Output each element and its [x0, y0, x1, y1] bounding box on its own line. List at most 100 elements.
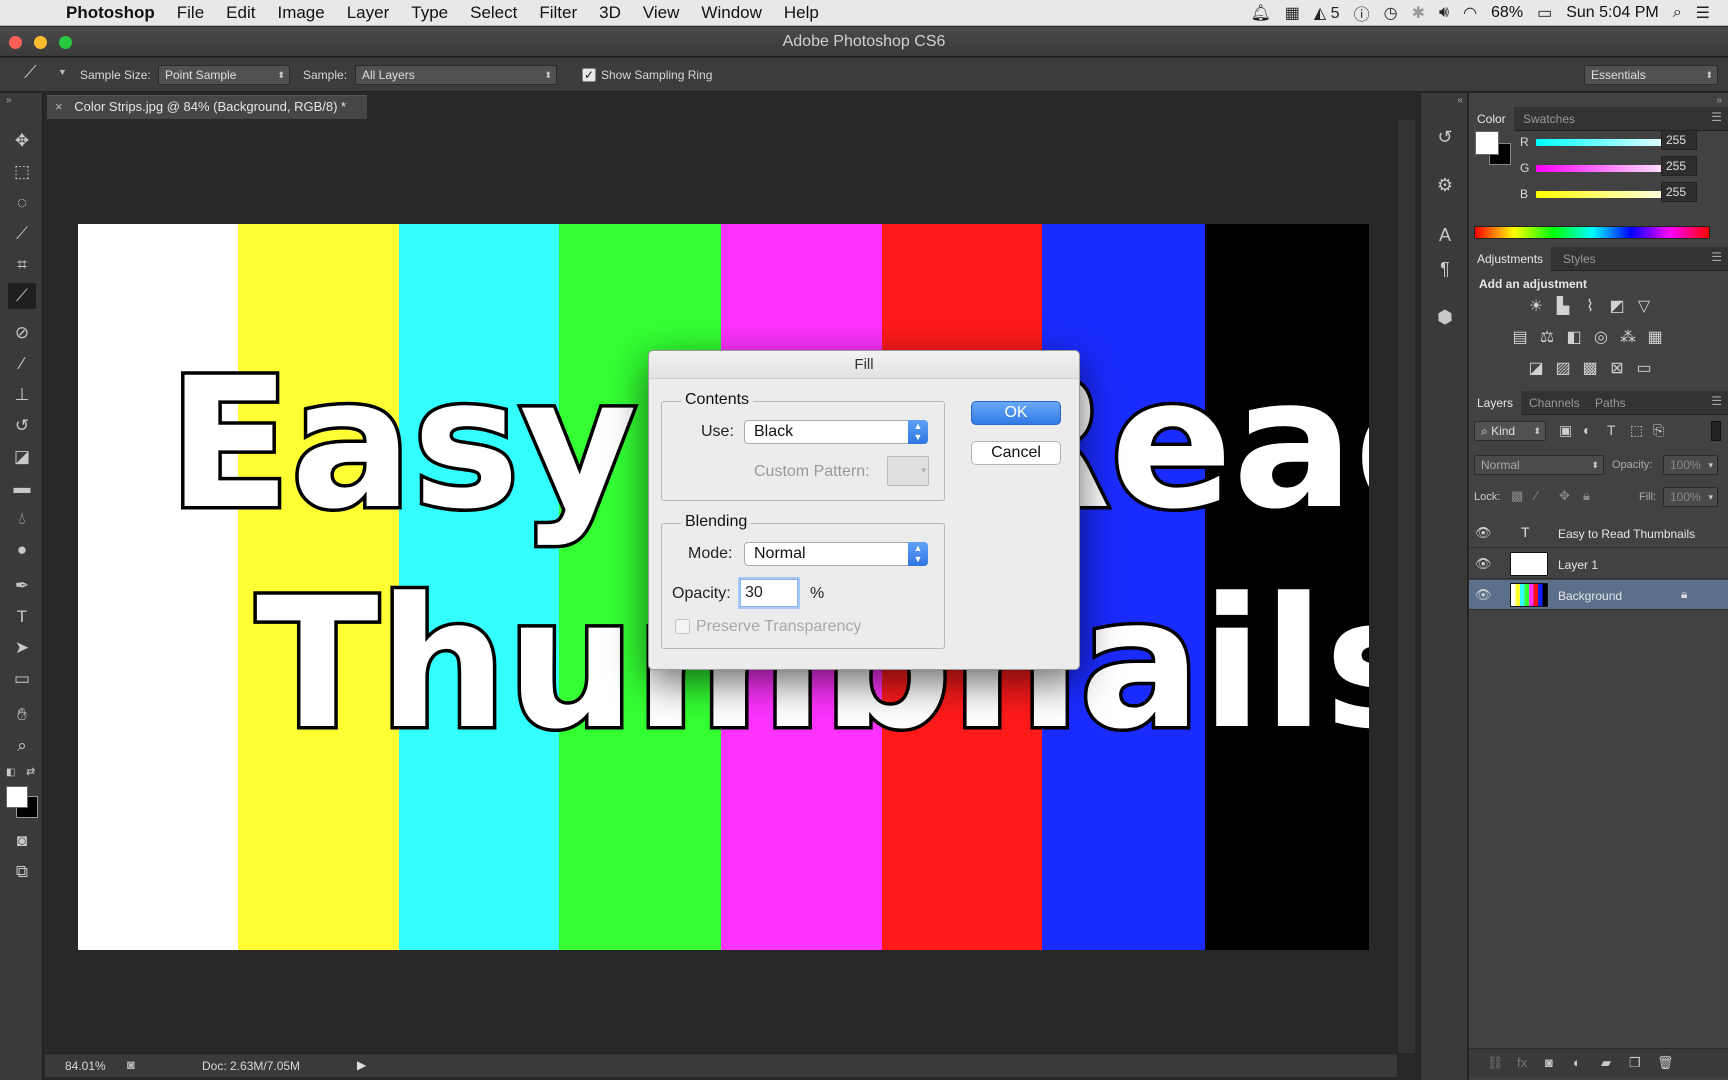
- pen-tool-icon[interactable]: ✒: [8, 573, 36, 599]
- panel-menu-icon[interactable]: ☰: [1711, 110, 1722, 124]
- adobe-badge-icon[interactable]: ◭ 5: [1314, 3, 1340, 23]
- menu-type[interactable]: Type: [411, 3, 448, 23]
- lock-all-icon[interactable]: 🔒︎: [1583, 488, 1590, 504]
- layer-visibility-eye-icon[interactable]: 👁︎: [1475, 556, 1492, 572]
- add-mask-icon[interactable]: ◙: [1545, 1055, 1553, 1070]
- layer-visibility-eye-icon[interactable]: 👁︎: [1475, 587, 1492, 603]
- bluetooth-icon[interactable]: ✱: [1412, 3, 1425, 23]
- layer-filter-kind-select[interactable]: ⌕ Kind ⬍: [1474, 421, 1546, 441]
- window-grid-icon[interactable]: ▦: [1285, 3, 1300, 23]
- color-balance-icon[interactable]: ⚖: [1536, 327, 1558, 349]
- panel-menu-icon[interactable]: ☰: [1711, 250, 1722, 264]
- vibrance-icon[interactable]: ▽: [1633, 296, 1655, 318]
- sample-select[interactable]: All Layers ⬍: [355, 65, 557, 85]
- collapse-panel-icon[interactable]: »: [6, 95, 12, 106]
- menu-help[interactable]: Help: [784, 3, 819, 23]
- history-brush-tool-icon[interactable]: ↺: [8, 413, 36, 439]
- use-select[interactable]: Black ▲ ▼: [744, 420, 928, 444]
- notification-bell-icon[interactable]: 🔔︎: [1250, 3, 1270, 23]
- layer-fill-field[interactable]: 100% ▾: [1663, 487, 1718, 507]
- posterize-icon[interactable]: ▨: [1552, 358, 1574, 380]
- path-selection-tool-icon[interactable]: ➤: [8, 635, 36, 661]
- zoom-level[interactable]: 84.01%: [65, 1059, 106, 1073]
- filter-shape-icon[interactable]: ⬚: [1630, 422, 1643, 439]
- r-value-field[interactable]: 255: [1661, 130, 1697, 150]
- menu-app-photoshop[interactable]: Photoshop: [66, 3, 155, 23]
- crop-tool-icon[interactable]: ⌗: [8, 252, 36, 278]
- screen-mode-icon[interactable]: ⧉: [8, 859, 36, 885]
- hue-saturation-icon[interactable]: ▤: [1509, 327, 1531, 349]
- blur-tool-icon[interactable]: 💧︎: [8, 506, 36, 532]
- spotlight-search-icon[interactable]: ⌕: [1673, 4, 1682, 22]
- exposure-icon[interactable]: ◩: [1606, 296, 1628, 318]
- show-sampling-ring-checkbox[interactable]: ✓: [582, 68, 596, 82]
- 3d-panel-icon[interactable]: ⬢: [1431, 303, 1459, 331]
- threshold-icon[interactable]: ▩: [1579, 358, 1601, 380]
- type-tool-icon[interactable]: T: [8, 604, 36, 630]
- hand-tool-icon[interactable]: ✋︎: [8, 702, 36, 728]
- filter-pixel-icon[interactable]: ▣: [1559, 422, 1572, 439]
- eyedropper-tool-icon[interactable]: ⟋: [8, 283, 36, 309]
- opacity-field[interactable]: 30: [740, 579, 798, 607]
- history-panel-icon[interactable]: ↺: [1431, 123, 1459, 151]
- tab-channels[interactable]: Channels: [1521, 391, 1588, 415]
- foreground-color-swatch[interactable]: [6, 786, 28, 808]
- character-panel-icon[interactable]: A: [1431, 221, 1459, 249]
- color-lookup-icon[interactable]: ▦: [1644, 327, 1666, 349]
- clone-stamp-tool-icon[interactable]: ⊥: [8, 382, 36, 408]
- curves-icon[interactable]: ⌇: [1579, 296, 1601, 318]
- collapse-dock-icon[interactable]: «: [1457, 95, 1463, 106]
- status-menu-arrow-icon[interactable]: ▶: [357, 1058, 366, 1072]
- color-fg-swatch[interactable]: [1475, 131, 1499, 155]
- swap-colors-icon[interactable]: ⇄: [26, 765, 35, 778]
- properties-panel-icon[interactable]: ⚙: [1431, 171, 1459, 199]
- panel-menu-icon[interactable]: ☰: [1711, 394, 1722, 408]
- r-slider[interactable]: [1536, 139, 1680, 146]
- lock-transparent-pixels-icon[interactable]: ▩: [1511, 488, 1523, 504]
- paragraph-panel-icon[interactable]: ¶: [1431, 255, 1459, 283]
- layer-opacity-field[interactable]: 100% ▾: [1663, 455, 1718, 475]
- ok-button[interactable]: OK: [971, 401, 1061, 425]
- g-value-field[interactable]: 255: [1661, 156, 1697, 176]
- layer-row[interactable]: 👁︎ Layer 1: [1469, 549, 1728, 579]
- channel-mixer-icon[interactable]: ⁂: [1617, 327, 1639, 349]
- healing-brush-tool-icon[interactable]: ⊘: [8, 320, 36, 346]
- time-machine-icon[interactable]: ◷: [1384, 3, 1398, 23]
- gradient-tool-icon[interactable]: ▬: [8, 475, 36, 501]
- filter-smart-object-icon[interactable]: ⎘: [1653, 422, 1664, 439]
- zoom-tool-icon[interactable]: ⌕: [8, 733, 36, 759]
- tab-paths[interactable]: Paths: [1587, 391, 1634, 415]
- selective-color-icon[interactable]: ⊠: [1606, 358, 1628, 380]
- close-window-button[interactable]: [9, 36, 22, 49]
- default-colors-icon[interactable]: ◧: [6, 767, 15, 778]
- menu-layer[interactable]: Layer: [347, 3, 390, 23]
- collapse-panels-icon[interactable]: »: [1716, 95, 1722, 106]
- layer-row[interactable]: 👁︎ T Easy to Read Thumbnails: [1469, 518, 1728, 548]
- tab-adjustments[interactable]: Adjustments: [1469, 247, 1552, 271]
- tool-preset-chevron-icon[interactable]: ▼: [58, 67, 67, 77]
- layer-visibility-eye-icon[interactable]: 👁︎: [1475, 525, 1492, 541]
- photo-filter-icon[interactable]: ◎: [1590, 327, 1612, 349]
- eyedropper-tool-preset-icon[interactable]: ⟋: [24, 62, 37, 83]
- quick-select-tool-icon[interactable]: ⟋: [8, 221, 36, 247]
- rectangle-tool-icon[interactable]: ▭: [8, 666, 36, 692]
- color-spectrum-ramp[interactable]: [1474, 226, 1710, 239]
- lock-image-pixels-icon[interactable]: ∕: [1535, 488, 1537, 503]
- tab-swatches[interactable]: Swatches: [1515, 107, 1583, 131]
- gradient-map-icon[interactable]: ▭: [1633, 358, 1655, 380]
- layer-row[interactable]: 👁︎ Background 🔒︎: [1469, 580, 1728, 610]
- menu-view[interactable]: View: [643, 3, 680, 23]
- tab-styles[interactable]: Styles: [1555, 247, 1604, 271]
- tab-layers[interactable]: Layers: [1469, 391, 1522, 415]
- move-tool-icon[interactable]: ✥: [8, 128, 36, 154]
- eraser-tool-icon[interactable]: ◪: [8, 444, 36, 470]
- layer-style-fx-icon[interactable]: fx: [1517, 1055, 1527, 1070]
- clock[interactable]: Sun 5:04 PM: [1566, 4, 1659, 22]
- brush-tool-icon[interactable]: ∕: [8, 351, 36, 377]
- close-document-icon[interactable]: ×: [55, 99, 63, 114]
- layer-blend-mode-select[interactable]: Normal ⬍: [1474, 455, 1604, 475]
- password-manager-icon[interactable]: ⓘ: [1354, 1, 1370, 25]
- link-layers-icon[interactable]: ⛓: [1487, 1055, 1504, 1071]
- black-white-icon[interactable]: ◧: [1563, 327, 1585, 349]
- levels-icon[interactable]: ▙: [1552, 296, 1574, 318]
